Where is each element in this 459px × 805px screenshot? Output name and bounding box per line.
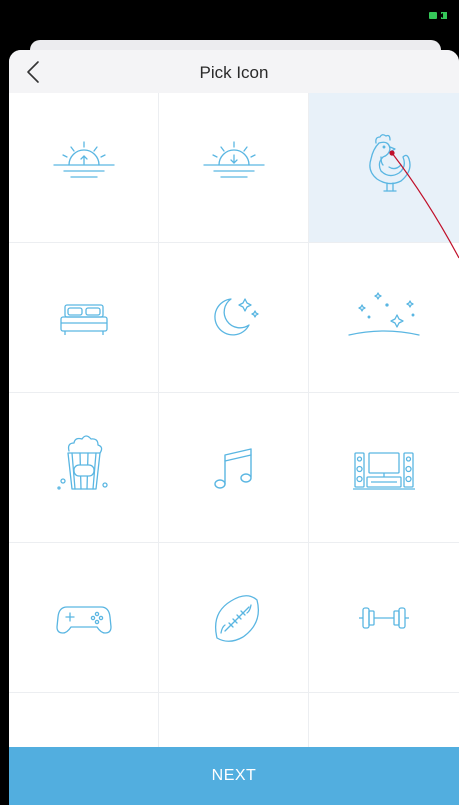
icon-grid (9, 93, 459, 747)
header-bar: Pick Icon (9, 50, 459, 93)
rooster-icon (369, 134, 411, 192)
moon-stars-icon (214, 298, 259, 336)
music-note-icon (214, 448, 252, 489)
icon-cell-home-theater[interactable] (309, 393, 459, 543)
sunset-icon (203, 141, 265, 178)
icon-cell-partial[interactable] (9, 693, 159, 747)
icon-cell-sunset[interactable] (159, 93, 309, 243)
icon-cell-bed[interactable] (9, 243, 159, 393)
popcorn-icon (57, 435, 108, 490)
sunrise-icon (53, 141, 115, 178)
dumbbell-icon (359, 607, 409, 629)
chevron-left-icon[interactable] (23, 59, 45, 85)
icon-cell-popcorn[interactable] (9, 393, 159, 543)
battery-icon (429, 12, 447, 19)
icon-cell-music[interactable] (159, 393, 309, 543)
starry-night-icon (348, 292, 420, 336)
page-title: Pick Icon (199, 63, 269, 82)
icon-cell-dumbbell[interactable] (309, 543, 459, 693)
icon-cell-sunrise[interactable] (9, 93, 159, 243)
icon-cell-starry-night[interactable] (309, 243, 459, 393)
home-theater-icon (353, 452, 415, 490)
next-button[interactable]: NEXT (9, 747, 459, 805)
icon-cell-rooster[interactable] (309, 93, 459, 243)
icon-cell-moon[interactable] (159, 243, 309, 393)
pick-icon-sheet: Pick Icon NEXT (9, 50, 459, 805)
icon-cell-football[interactable] (159, 543, 309, 693)
bed-icon (60, 304, 108, 335)
icon-cell-gamepad[interactable] (9, 543, 159, 693)
football-icon (214, 595, 260, 642)
gamepad-icon (56, 606, 112, 634)
icon-cell-partial[interactable] (309, 693, 459, 747)
icon-cell-partial[interactable] (159, 693, 309, 747)
